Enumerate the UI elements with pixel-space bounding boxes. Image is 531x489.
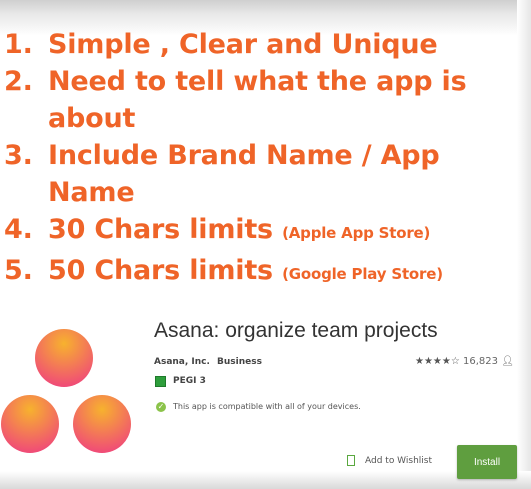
point-text: 50 Chars limits: [48, 255, 283, 286]
point-text: Name: [48, 177, 135, 208]
compatibility-text: This app is compatible with all of your …: [173, 402, 361, 411]
slide-point-3-continued: Name: [4, 174, 504, 211]
developer-link[interactable]: Asana, Inc.: [154, 357, 210, 367]
install-button[interactable]: Install: [457, 445, 517, 479]
rating: ★★★★☆ 16,823 👤︎: [415, 356, 514, 367]
logo-circle-right: [73, 395, 131, 453]
point-text: Need to tell what the app is: [48, 66, 467, 97]
bookmark-icon[interactable]: [347, 455, 355, 466]
point-number: 5.: [4, 255, 33, 286]
slide-point-1: 1. Simple , Clear and Unique: [4, 26, 504, 63]
review-count: 16,823: [463, 356, 499, 367]
point-text: about: [48, 103, 136, 134]
check-icon: ✓: [156, 402, 166, 412]
slide-point-4: 4. 30 Chars limits (Apple App Store): [4, 211, 504, 252]
app-title[interactable]: Asana: organize team projects: [154, 319, 438, 343]
point-text: Include Brand Name / App: [48, 140, 440, 171]
slide-point-2: 2. Need to tell what the app is: [4, 63, 504, 100]
point-number: 3.: [4, 140, 33, 171]
slide-point-2-continued: about: [4, 100, 504, 137]
right-edge-shadow: [517, 0, 531, 489]
add-to-wishlist-link[interactable]: Add to Wishlist: [365, 456, 432, 466]
category-link[interactable]: Business: [217, 357, 262, 367]
slide-point-5: 5. 50 Chars limits (Google Play Store): [4, 252, 504, 293]
logo-circle-top: [35, 329, 93, 387]
pegi-icon: [155, 376, 166, 387]
slide-points-list: 1. Simple , Clear and Unique 2. Need to te…: [4, 26, 504, 293]
logo-circle-left: [1, 395, 59, 453]
star-rating-icon: ★★★★☆: [415, 356, 460, 367]
asana-logo: [1, 329, 131, 453]
point-note: (Google Play Store): [282, 265, 443, 283]
point-text: 30 Chars limits: [48, 214, 283, 245]
person-icon: 👤︎: [501, 356, 514, 367]
point-number: 2.: [4, 66, 33, 97]
bottom-shadow: [0, 471, 531, 489]
pegi-rating: PEGI 3: [173, 376, 206, 386]
slide-point-3: 3. Include Brand Name / App: [4, 137, 504, 174]
point-number: 1.: [4, 29, 33, 60]
point-note: (Apple App Store): [282, 224, 431, 242]
point-text: Simple , Clear and Unique: [48, 29, 438, 60]
point-number: 4.: [4, 214, 33, 245]
